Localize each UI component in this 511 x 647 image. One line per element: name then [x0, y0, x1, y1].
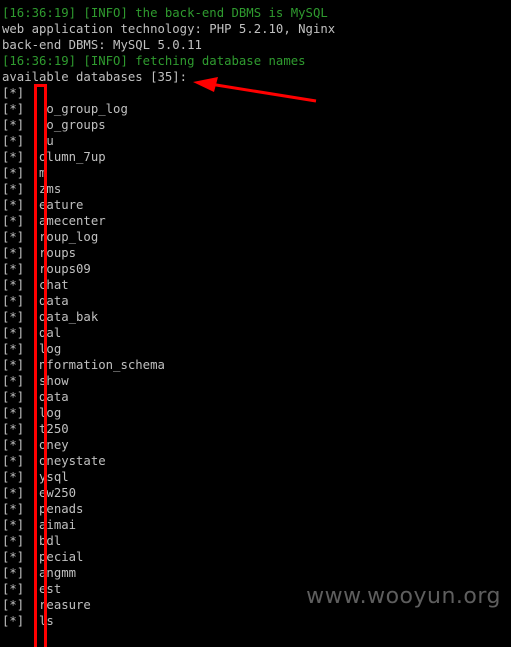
terminal-line: [*] amecenter [2, 214, 106, 228]
terminal-line: [*] nformation_schema [2, 358, 165, 372]
terminal-line: web application technology: PHP 5.2.10, … [2, 22, 336, 36]
terminal-line: [*] ew250 [2, 486, 77, 500]
terminal-line: [*] data [2, 390, 69, 404]
terminal-line: [*] penads [2, 502, 84, 516]
terminal-line: [*] ls [2, 614, 54, 628]
terminal-line: [*] eature [2, 198, 84, 212]
terminal-info-line: [16:36:19] [INFO] fetching database name… [2, 54, 306, 68]
terminal-line: [*] m [2, 166, 47, 180]
terminal-line: [*] bdl [2, 534, 62, 548]
terminal-line: available databases [35]: [2, 70, 188, 84]
terminal-line: [*] log [2, 342, 62, 356]
terminal-line: [*] dal [2, 326, 62, 340]
redaction-box [34, 84, 47, 647]
terminal-line: [*] o_groups [2, 118, 106, 132]
terminal-line: [*] data_bak [2, 310, 99, 324]
terminal-line: [*] data [2, 294, 69, 308]
terminal-line: [*] u [2, 134, 54, 148]
terminal-info-line: [16:36:19] [INFO] the back-end DBMS is M… [2, 6, 328, 20]
terminal-line: [*] [2, 86, 32, 100]
terminal-line: [*] oneystate [2, 454, 106, 468]
terminal-line: [*] roups [2, 246, 77, 260]
terminal-line: back-end DBMS: MySQL 5.0.11 [2, 38, 202, 52]
terminal-line: [*] chat [2, 278, 69, 292]
watermark: www.wooyun.org [306, 584, 501, 609]
terminal-line: [*] show [2, 374, 69, 388]
terminal-line: [*] oney [2, 438, 69, 452]
terminal-line: [*] o_group_log [2, 102, 128, 116]
terminal-line: [*] t250 [2, 422, 69, 436]
terminal-line: [*] olumn_7up [2, 150, 106, 164]
terminal-output: [16:36:19] [INFO] the back-end DBMS is M… [2, 5, 511, 629]
terminal-line: [*] aimai [2, 518, 77, 532]
terminal-line: [*] roups09 [2, 262, 91, 276]
terminal-line: [*] zms [2, 182, 62, 196]
terminal-line: [*] roup_log [2, 230, 99, 244]
terminal-line: [*] angmm [2, 566, 77, 580]
terminal-line: [*] pecial [2, 550, 84, 564]
terminal-line: [*] log [2, 406, 62, 420]
terminal-line: [*] ysql [2, 470, 69, 484]
